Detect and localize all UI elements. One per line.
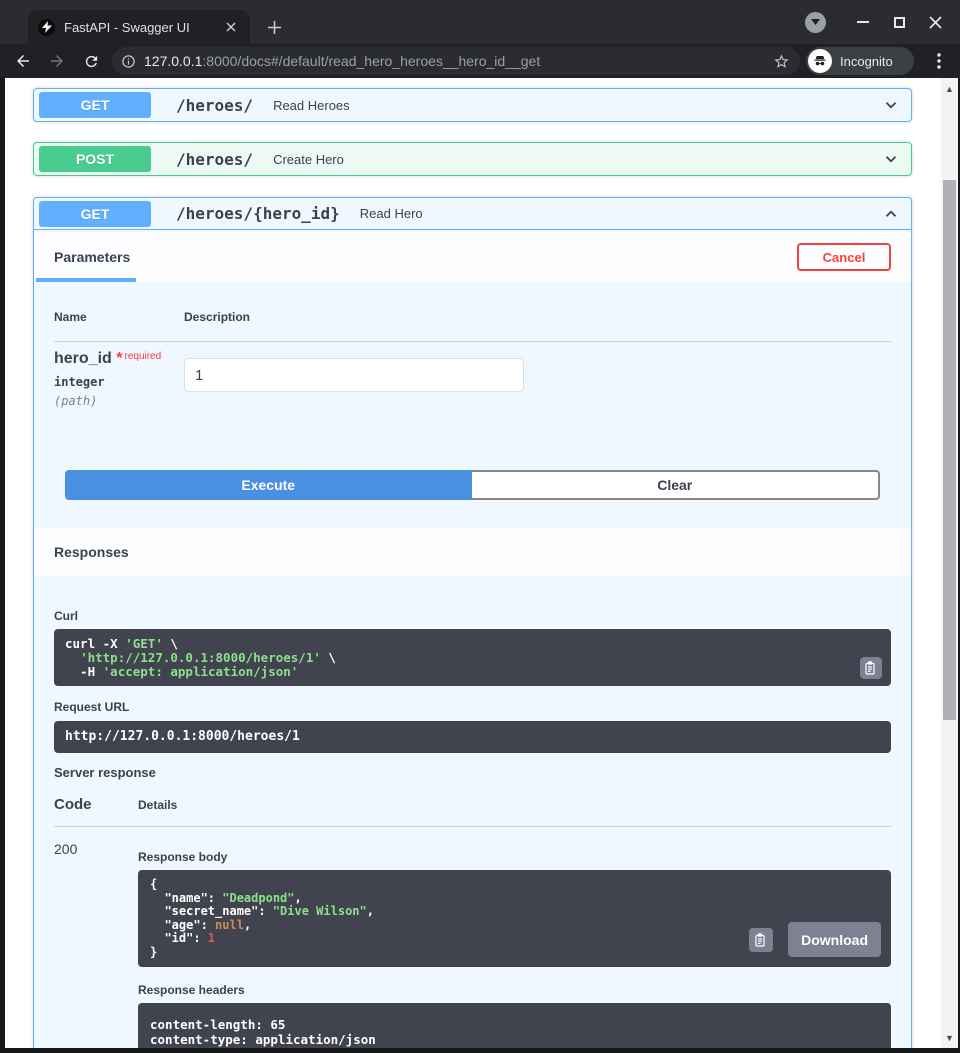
url-text: 127.0.0.1:8000/docs#/default/read_hero_h… xyxy=(144,53,765,69)
curl-code-block: curl -X 'GET' \ 'http://127.0.0.1:8000/h… xyxy=(54,629,891,686)
new-tab-icon[interactable] xyxy=(264,17,284,37)
page-scrollbar[interactable]: ▲ ▼ xyxy=(941,78,958,1048)
parameter-name-cell: hero_id * required integer (path) xyxy=(54,350,184,408)
request-url-value: http://127.0.0.1:8000/heroes/1 xyxy=(65,729,300,744)
method-badge-get: GET xyxy=(39,200,151,227)
response-headers-block: content-length: 65 content-type: applica… xyxy=(138,1003,891,1048)
opblock-get-heroes: GET /heroes/ Read Heroes xyxy=(33,88,912,122)
download-button[interactable]: Download xyxy=(788,922,881,957)
browser-titlebar: FastAPI - Swagger UI xyxy=(0,0,960,44)
opblock-summary: Read Heroes xyxy=(273,97,350,113)
curl-label: Curl xyxy=(54,609,78,623)
fastapi-favicon-icon xyxy=(38,18,55,36)
parameters-column-headers: Name Description xyxy=(54,310,891,342)
parameters-tab-label: Parameters xyxy=(54,249,131,265)
responses-content: Curl curl -X 'GET' \ 'http://127.0.0.1:8… xyxy=(54,576,891,1048)
opblock-get-hero-id: GET /heroes/{hero_id} Read Hero Paramete… xyxy=(33,197,912,1048)
responses-title: Responses xyxy=(54,544,129,560)
response-row: 200 Response body { "name": "Deadpond", … xyxy=(54,827,891,1048)
copy-curl-button[interactable] xyxy=(860,657,882,679)
execute-row: Execute Clear xyxy=(65,470,880,500)
opblock-header-get-heroes[interactable]: GET /heroes/ Read Heroes xyxy=(34,89,911,121)
parameter-name: hero_id xyxy=(54,350,112,367)
url-bar[interactable]: 127.0.0.1:8000/docs#/default/read_hero_h… xyxy=(112,47,800,75)
back-icon[interactable] xyxy=(10,48,36,74)
opblock-post-heroes: POST /heroes/ Create Hero xyxy=(33,142,912,176)
opblock-header-get-hero-id[interactable]: GET /heroes/{hero_id} Read Hero xyxy=(34,198,911,230)
code-column-header: Code xyxy=(54,796,92,813)
curl-token: 'http://127.0.0.1:8000/heroes/1' xyxy=(80,650,321,666)
swagger-page: GET /heroes/ Read Heroes POST /heroes/ C… xyxy=(5,78,941,1048)
url-host: 127.0.0.1 xyxy=(144,53,203,69)
tab-title: FastAPI - Swagger UI xyxy=(64,19,190,35)
method-badge-get: GET xyxy=(39,92,151,118)
browser-toolbar: 127.0.0.1:8000/docs#/default/read_hero_h… xyxy=(0,44,960,78)
browser-tab[interactable]: FastAPI - Swagger UI xyxy=(28,10,250,44)
json-token: 1 xyxy=(207,931,216,946)
site-info-icon[interactable] xyxy=(121,54,136,69)
window-minimize-button[interactable] xyxy=(850,9,876,35)
json-token: null xyxy=(215,917,244,932)
parameter-row: hero_id * required integer (path) xyxy=(54,350,891,408)
chevron-down-icon[interactable] xyxy=(881,95,901,115)
response-table-header: Code Details xyxy=(54,796,891,827)
scrollbar-up-icon[interactable]: ▲ xyxy=(941,80,958,97)
json-token: "Dive Wilson" xyxy=(272,904,367,919)
hero-id-input[interactable] xyxy=(184,358,524,392)
opblock-path: /heroes/ xyxy=(176,95,254,115)
parameter-description-cell xyxy=(184,350,524,408)
incognito-label: Incognito xyxy=(840,53,893,69)
response-body-label: Response body xyxy=(138,850,228,864)
tab-close-icon[interactable] xyxy=(222,18,240,36)
chevron-up-icon[interactable] xyxy=(881,204,901,224)
copy-response-button[interactable] xyxy=(749,927,774,952)
details-column-header: Details xyxy=(138,798,178,812)
opblock-summary: Create Hero xyxy=(273,151,344,167)
incognito-badge: Incognito xyxy=(806,47,914,75)
clear-button[interactable]: Clear xyxy=(471,470,880,500)
parameters-section-header: Parameters Cancel xyxy=(34,232,911,282)
bookmark-star-icon[interactable] xyxy=(773,53,790,70)
curl-token: 'GET' xyxy=(125,636,163,651)
opblock-header-post-heroes[interactable]: POST /heroes/ Create Hero xyxy=(34,143,911,175)
opblock-path: /heroes/ xyxy=(176,149,254,169)
json-token: } xyxy=(150,944,158,959)
execute-button[interactable]: Execute xyxy=(65,470,472,500)
responses-section-header: Responses xyxy=(34,528,911,576)
response-body-block: { "name": "Deadpond", "secret_name": "Di… xyxy=(138,870,891,967)
parameter-location: (path) xyxy=(54,394,98,408)
forward-icon[interactable] xyxy=(44,48,70,74)
description-column-header: Description xyxy=(184,310,251,324)
cancel-button[interactable]: Cancel xyxy=(797,243,891,271)
json-token: { "name": xyxy=(150,877,216,905)
browser-menu-icon[interactable] xyxy=(926,48,952,74)
tab-parameters[interactable]: Parameters xyxy=(36,232,136,282)
request-url-block: http://127.0.0.1:8000/heroes/1 xyxy=(54,721,891,753)
active-tab-underline xyxy=(36,278,136,282)
scrollbar-down-icon[interactable]: ▼ xyxy=(941,1029,958,1046)
window-maximize-button[interactable] xyxy=(886,9,912,35)
reload-icon[interactable] xyxy=(78,48,104,74)
name-column-header: Name xyxy=(54,310,87,324)
url-path: :8000/docs#/default/read_hero_heroes__he… xyxy=(202,53,541,69)
required-star: * xyxy=(116,350,123,367)
server-response-label: Server response xyxy=(54,765,156,780)
curl-token: 'accept: application/json' xyxy=(102,664,299,680)
scrollbar-thumb[interactable] xyxy=(943,180,956,720)
window-close-button[interactable] xyxy=(922,9,948,35)
chevron-down-icon[interactable] xyxy=(881,149,901,169)
response-headers-label: Response headers xyxy=(138,983,245,997)
curl-token: curl -X xyxy=(65,636,126,651)
opblock-path: /heroes/{hero_id} xyxy=(176,204,340,223)
opblock-summary: Read Hero xyxy=(359,206,423,221)
incognito-icon xyxy=(808,49,832,73)
json-token: "Deadpond" xyxy=(222,890,295,905)
browser-update-icon[interactable] xyxy=(805,11,826,33)
required-label: required xyxy=(124,351,162,362)
response-headers-value: content-length: 65 content-type: applica… xyxy=(150,1017,406,1048)
request-url-label: Request URL xyxy=(54,700,130,714)
status-code: 200 xyxy=(54,841,78,857)
method-badge-post: POST xyxy=(39,146,151,172)
parameter-type: integer xyxy=(54,375,105,389)
